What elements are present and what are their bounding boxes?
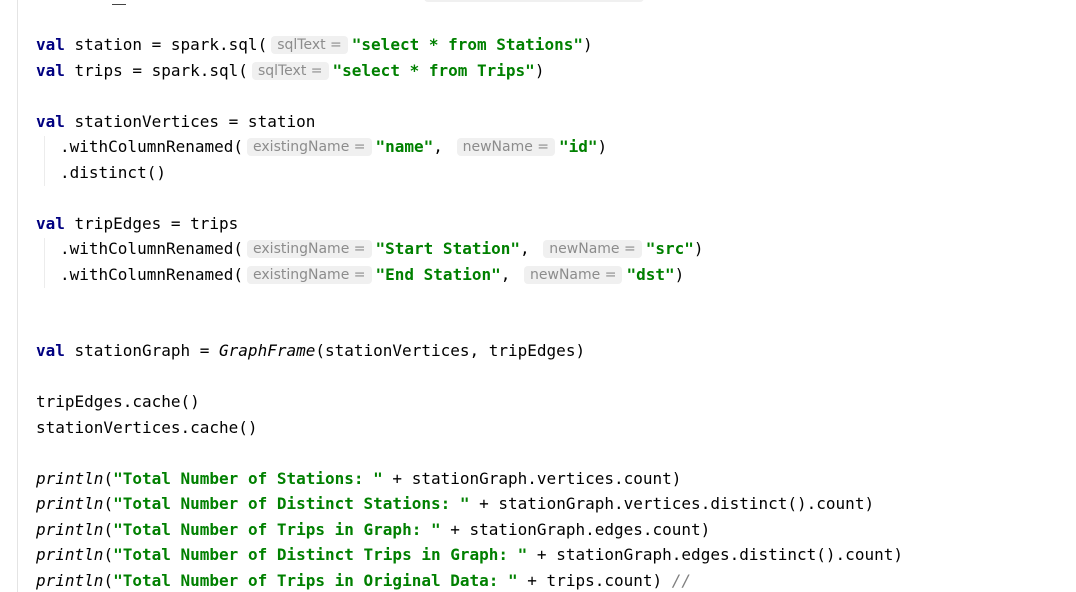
code-text: + stationGraph.vertices.distinct().count… bbox=[469, 494, 875, 513]
code-line-cache-edges[interactable]: tripEdges.cache() bbox=[36, 390, 200, 414]
code-text: stationGraph = bbox=[64, 341, 220, 360]
parameter-hint: newName = bbox=[524, 266, 623, 284]
code-text: + trips.count) bbox=[517, 571, 663, 590]
code-text: station = spark.sql( bbox=[64, 35, 268, 54]
code-text: , bbox=[500, 265, 511, 284]
string-literal: "Total Number of Trips in Graph: " bbox=[113, 520, 441, 539]
code-line-println-2[interactable]: println("Total Number of Distinct Statio… bbox=[36, 492, 874, 516]
code-text: tripEdges.cache() bbox=[36, 392, 200, 411]
code-line-println-3[interactable]: println("Total Number of Trips in Graph:… bbox=[36, 518, 710, 542]
parameter-hint: existingName = bbox=[247, 240, 372, 258]
string-literal: "End Station" bbox=[375, 265, 501, 284]
code-text: stationVertices = station bbox=[64, 112, 316, 131]
code-text: ( bbox=[103, 469, 114, 488]
string-literal: "Total Number of Stations: " bbox=[113, 469, 383, 488]
code-line-println-4[interactable]: println("Total Number of Distinct Trips … bbox=[36, 543, 903, 567]
code-line-trip-edges[interactable]: val tripEdges = trips bbox=[36, 212, 238, 236]
string-literal: "src" bbox=[645, 239, 694, 258]
code-line-trips[interactable]: val trips = spark.sql(sqlText = "select *… bbox=[36, 59, 544, 83]
line-comment: // bbox=[671, 571, 692, 590]
code-text: , bbox=[433, 137, 443, 156]
string-literal: "select * from Stations" bbox=[351, 35, 583, 54]
string-literal: "id" bbox=[559, 137, 598, 156]
function-name: println bbox=[36, 494, 104, 513]
string-literal: "dst" bbox=[626, 265, 675, 284]
class-name: GraphFrame bbox=[219, 341, 316, 360]
parameter-hint: sqlText = bbox=[251, 62, 329, 80]
code-text: tripEdges = trips bbox=[64, 214, 239, 233]
truncated-top-hint bbox=[424, 0, 644, 2]
code-text: .withColumnRenamed( bbox=[60, 137, 244, 156]
string-literal: "select * from Trips" bbox=[332, 61, 535, 80]
truncated-top-line bbox=[112, 0, 126, 5]
gutter-divider bbox=[17, 0, 18, 592]
keyword-val: val bbox=[36, 214, 65, 233]
code-line-rename-start[interactable]: .withColumnRenamed(existingName = "Start … bbox=[36, 237, 704, 261]
code-line-station-graph[interactable]: val stationGraph = GraphFrame(stationVer… bbox=[36, 339, 585, 363]
parameter-hint: newName = bbox=[543, 240, 642, 258]
code-text: ( bbox=[103, 494, 114, 513]
string-literal: "Start Station" bbox=[375, 239, 521, 258]
code-text: , bbox=[520, 239, 530, 258]
keyword-val: val bbox=[36, 341, 65, 360]
string-literal: "name" bbox=[375, 137, 434, 156]
code-text: (stationVertices, tripEdges) bbox=[315, 341, 586, 360]
code-text: + stationGraph.vertices.count) bbox=[382, 469, 682, 488]
code-line-station[interactable]: val station = spark.sql(sqlText = "select… bbox=[36, 33, 593, 57]
function-name: println bbox=[36, 571, 104, 590]
code-text: ) bbox=[597, 137, 608, 156]
code-line-rename-end[interactable]: .withColumnRenamed(existingName = "End St… bbox=[36, 263, 684, 287]
code-line-println-5[interactable]: println("Total Number of Trips in Origin… bbox=[36, 569, 691, 592]
code-line-station-vertices[interactable]: val stationVertices = station bbox=[36, 110, 315, 134]
parameter-hint: existingName = bbox=[247, 138, 372, 156]
string-literal: "Total Number of Distinct Stations: " bbox=[113, 494, 470, 513]
function-name: println bbox=[36, 520, 104, 539]
parameter-hint: existingName = bbox=[247, 266, 372, 284]
code-text: + stationGraph.edges.distinct().count) bbox=[527, 545, 903, 564]
code-text: ( bbox=[103, 520, 114, 539]
parameter-hint: newName = bbox=[456, 138, 555, 156]
code-text: + stationGraph.edges.count) bbox=[440, 520, 711, 539]
code-text: .distinct() bbox=[60, 163, 166, 182]
code-editor[interactable]: val station = spark.sql(sqlText = "select… bbox=[0, 0, 1076, 592]
code-text: trips = spark.sql( bbox=[64, 61, 248, 80]
string-literal: "Total Number of Distinct Trips in Graph… bbox=[113, 545, 528, 564]
function-name: println bbox=[36, 469, 104, 488]
code-text: stationVertices.cache() bbox=[36, 418, 258, 437]
code-text: ) bbox=[582, 35, 593, 54]
keyword-val: val bbox=[36, 112, 65, 131]
string-literal: "Total Number of Trips in Original Data:… bbox=[113, 571, 518, 590]
code-text: ) bbox=[693, 239, 704, 258]
code-line-cache-vertices[interactable]: stationVertices.cache() bbox=[36, 416, 258, 440]
code-line-rename-name[interactable]: .withColumnRenamed(existingName = "name",… bbox=[36, 135, 607, 159]
code-line-distinct[interactable]: .distinct() bbox=[36, 161, 166, 185]
code-text: ( bbox=[103, 571, 114, 590]
parameter-hint: sqlText = bbox=[271, 36, 348, 54]
keyword-val: val bbox=[36, 35, 65, 54]
code-text: ) bbox=[534, 61, 545, 80]
code-text: .withColumnRenamed( bbox=[60, 265, 244, 284]
code-line-println-1[interactable]: println("Total Number of Stations: " + s… bbox=[36, 467, 681, 491]
code-text: ( bbox=[103, 545, 114, 564]
code-text: ) bbox=[674, 265, 685, 284]
function-name: println bbox=[36, 545, 104, 564]
code-text: .withColumnRenamed( bbox=[60, 239, 244, 258]
keyword-val: val bbox=[36, 61, 65, 80]
